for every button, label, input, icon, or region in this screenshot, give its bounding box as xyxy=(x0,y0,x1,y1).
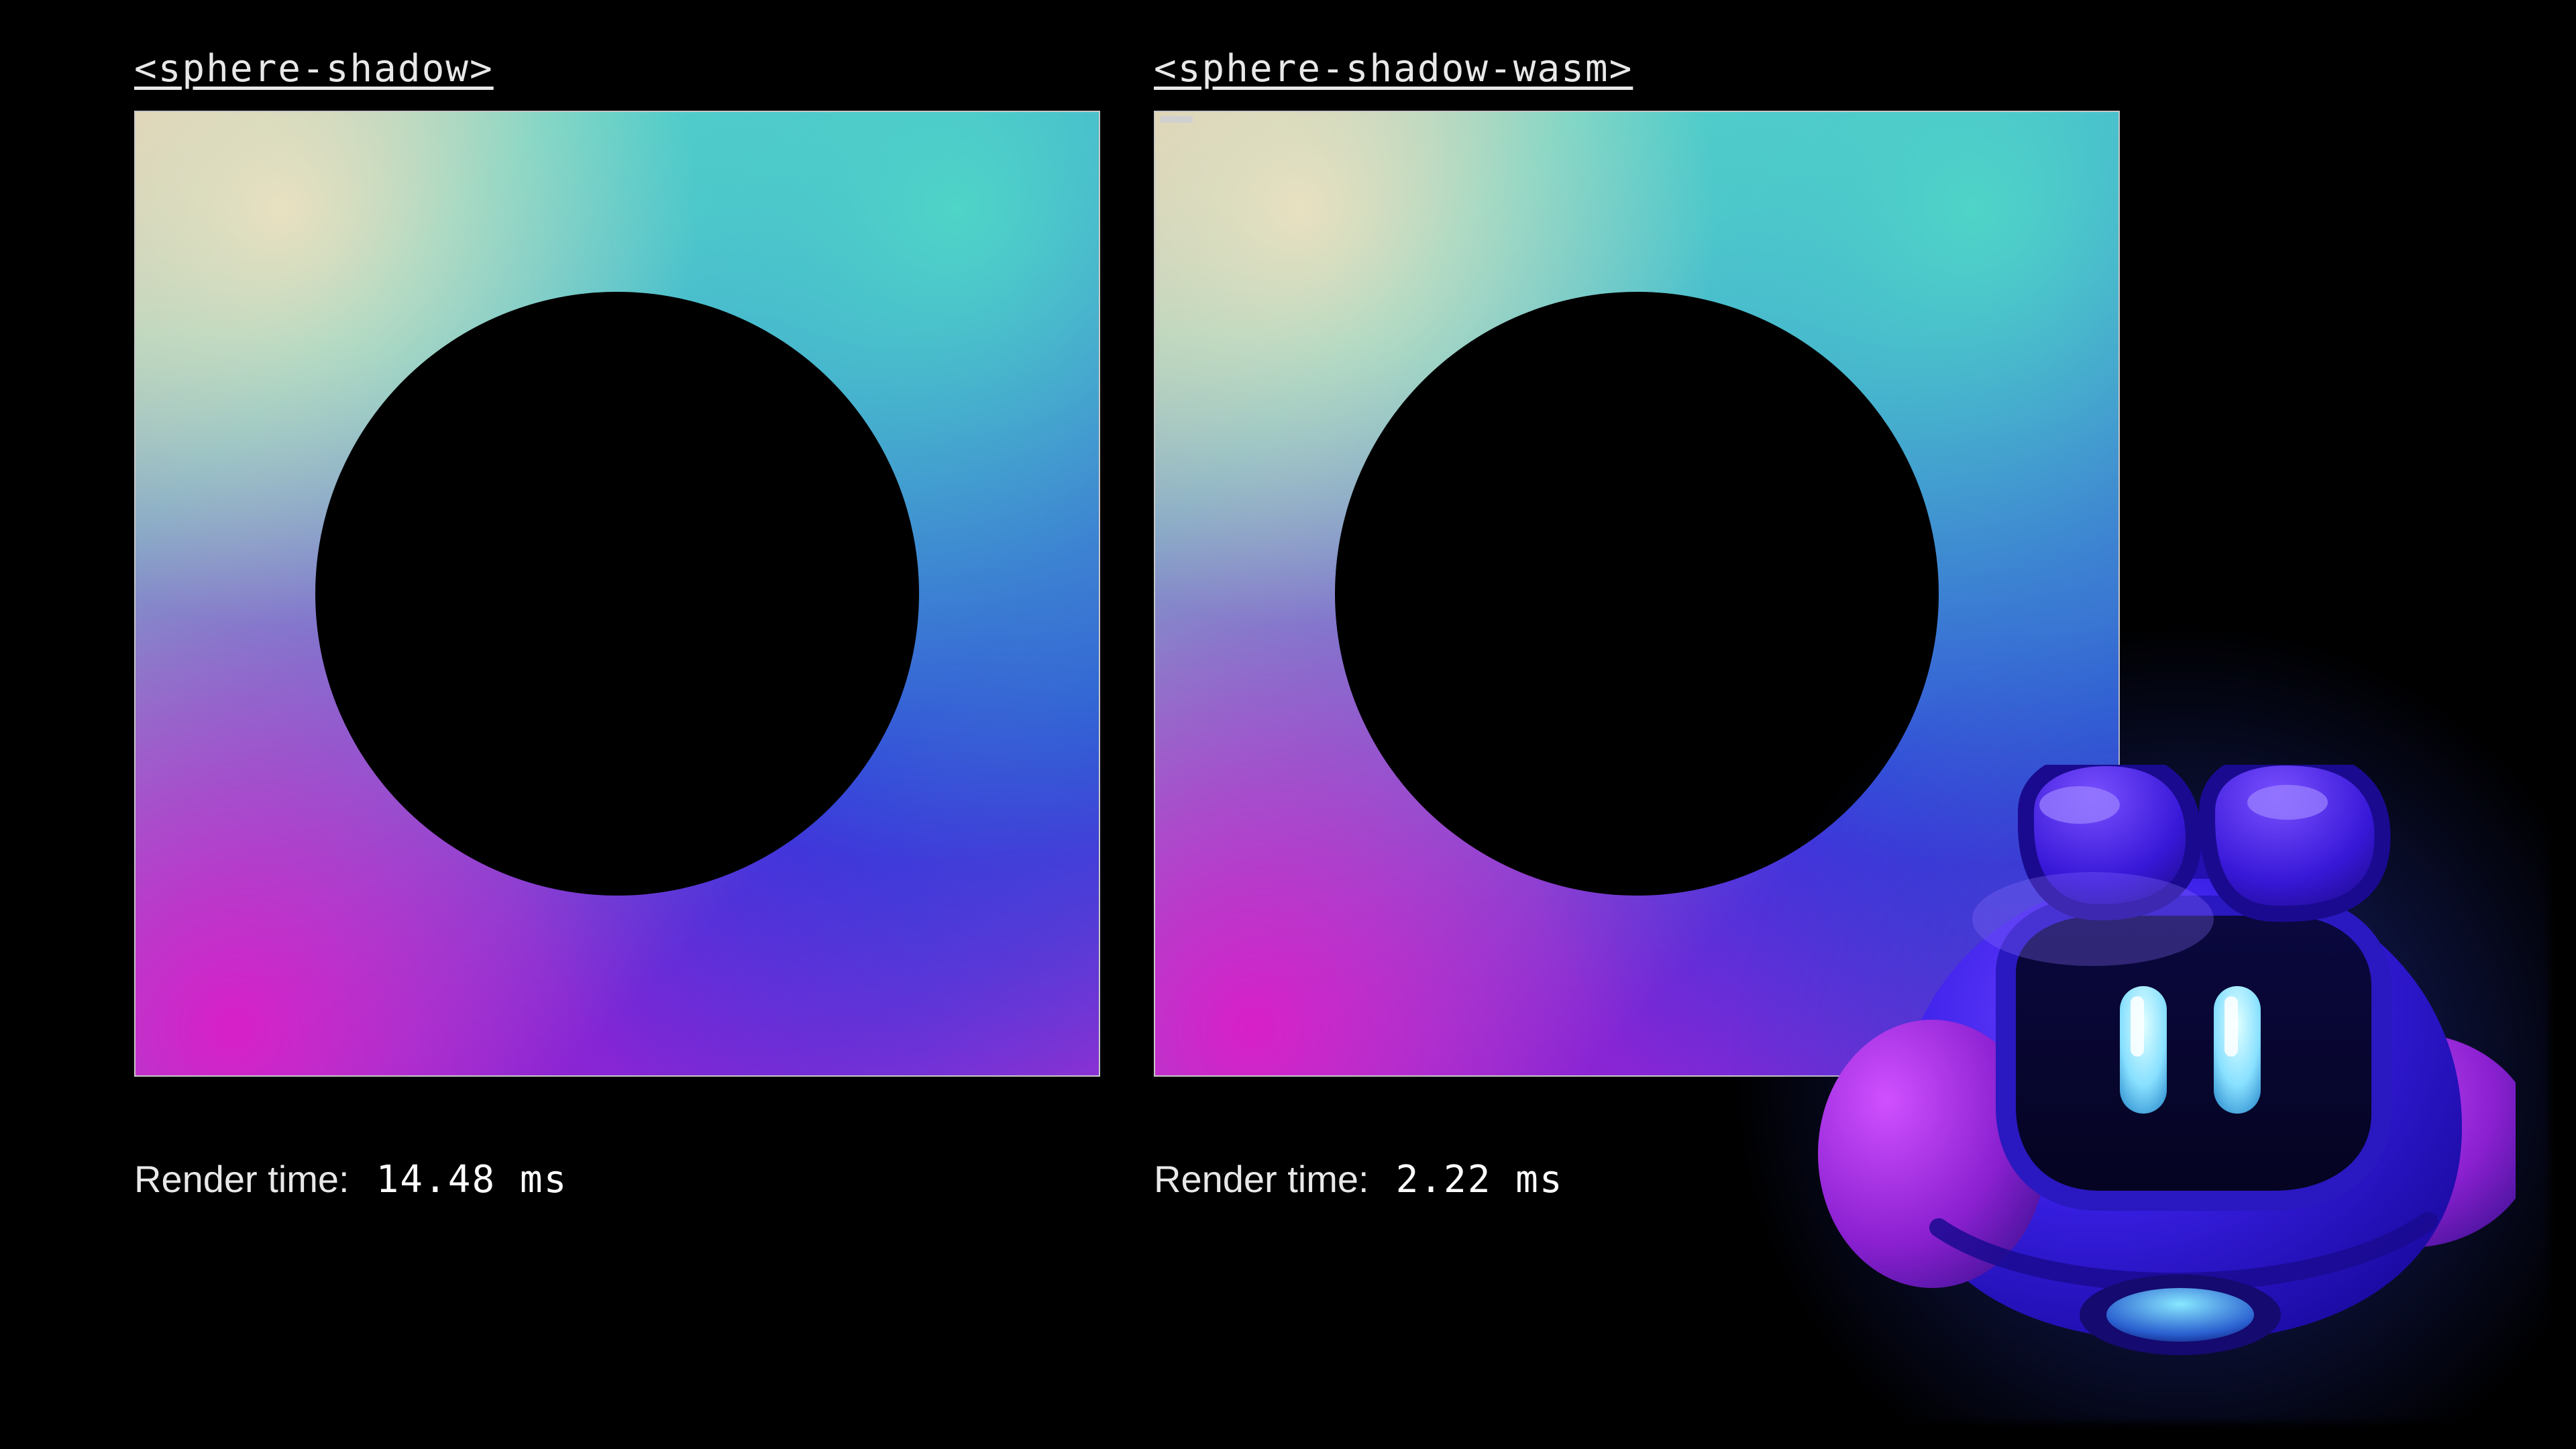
sphere-shadow-circle xyxy=(315,292,919,896)
render-time-label: Render time: xyxy=(134,1157,350,1201)
metrics-sphere-shadow: Render time: 14.48 ms xyxy=(134,1157,1100,1201)
render-time-label: Render time: xyxy=(1154,1157,1369,1201)
panel-title-sphere-shadow-wasm[interactable]: <sphere-shadow-wasm> xyxy=(1154,47,2120,91)
render-time-value: 14.48 ms xyxy=(376,1158,568,1201)
comparison-stage: <sphere-shadow> Render time: 14.48 ms <s… xyxy=(0,0,2576,1449)
robot-mascot-icon xyxy=(1805,765,2516,1368)
panel-sphere-shadow: <sphere-shadow> Render time: 14.48 ms xyxy=(134,47,1100,1201)
panel-title-sphere-shadow[interactable]: <sphere-shadow> xyxy=(134,47,1100,91)
render-canvas-sphere-shadow[interactable] xyxy=(134,111,1100,1077)
text-cursor-mark xyxy=(1161,116,1193,123)
render-time-value: 2.22 ms xyxy=(1396,1158,1564,1201)
